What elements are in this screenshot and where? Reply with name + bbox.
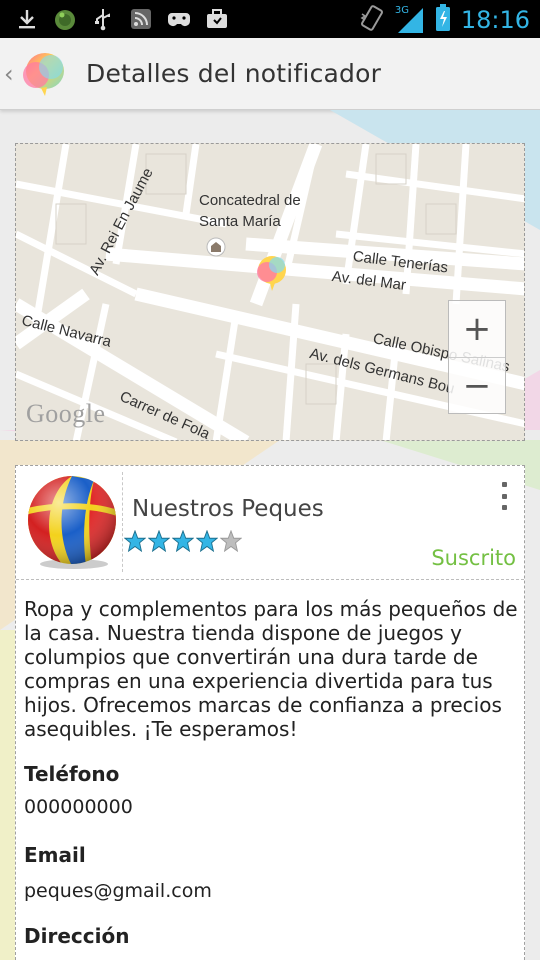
action-bar: ‹ Detalles del notificador [0,38,540,110]
star-filled-icon [148,530,170,552]
download-icon [14,6,40,32]
rating-stars [124,530,242,552]
zoom-in-button[interactable]: + [449,301,505,357]
beach-ball-avatar [28,476,116,569]
status-bar: 3G 18:16 [0,0,540,38]
page-title: Detalles del notificador [86,59,382,88]
map-label-cathedral-1: Concatedral de [199,192,301,209]
battery-charging-icon [435,4,451,36]
subscription-status[interactable]: Suscrito [431,546,516,570]
star-filled-icon [196,530,218,552]
gamepad-icon [166,6,192,32]
header-divider [122,472,123,572]
google-logo: Google [26,399,106,428]
chevron-left-icon[interactable]: ‹ [4,60,16,88]
notifier-header: Nuestros Peques Suscrito [16,466,524,580]
phone-label: Teléfono [24,762,120,786]
star-empty-icon [220,530,242,552]
zoom-out-button[interactable]: − [449,358,505,414]
phone-value[interactable]: 000000000 [24,796,133,818]
briefcase-icon [204,6,230,32]
balloon-logo-icon[interactable] [18,49,68,99]
email-label: Email [24,843,86,867]
clock: 18:16 [460,6,530,34]
signal-icon: 3G [395,5,425,35]
map-view[interactable]: Concatedral de Santa María Calle Tenería… [15,143,525,441]
notifier-card: Nuestros Peques Suscrito Ropa y compleme… [15,465,525,960]
email-value[interactable]: peques@gmail.com [24,880,212,902]
zoom-controls: + − [448,300,506,414]
store-description: Ropa y complementos para los más pequeño… [24,597,518,741]
store-name: Nuestros Peques [132,496,324,522]
map-label-cathedral-2: Santa María [199,213,281,230]
overflow-menu-icon[interactable] [500,482,508,510]
star-filled-icon [172,530,194,552]
no-vibrate-icon [359,4,385,36]
usb-icon [90,6,116,32]
android-icon [52,6,78,32]
address-label: Dirección [24,924,130,948]
rss-icon [128,6,154,32]
star-filled-icon [124,530,146,552]
